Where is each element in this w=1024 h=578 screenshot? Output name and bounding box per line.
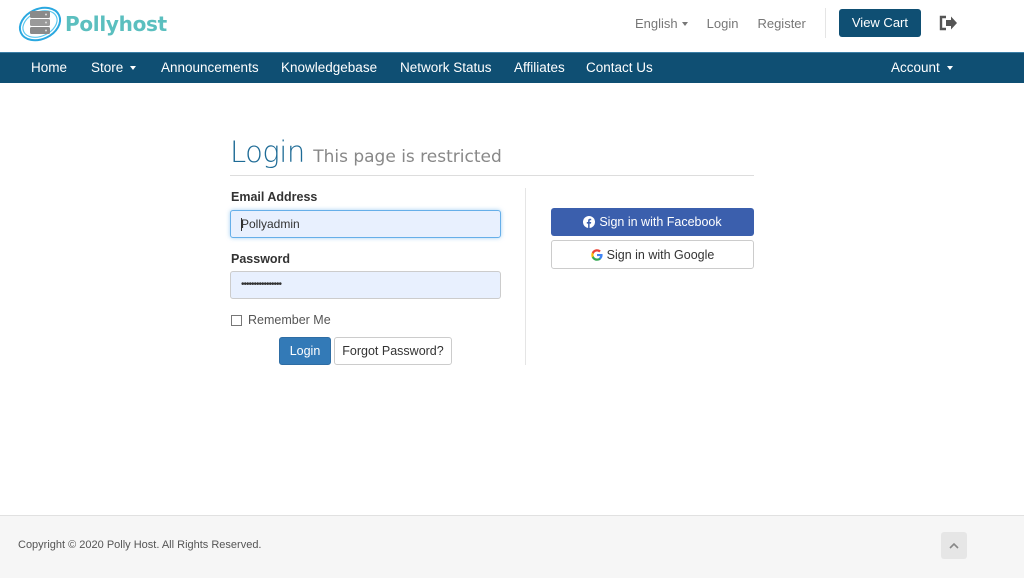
login-link[interactable]: Login [707, 16, 739, 31]
back-to-top-button[interactable] [941, 532, 967, 559]
page-header: Login This page is restricted [230, 135, 754, 176]
column-divider [525, 188, 526, 365]
nav-affiliates[interactable]: Affiliates [514, 53, 565, 83]
email-label: Email Address [231, 190, 318, 204]
brand-name: Pollyhost [65, 12, 167, 36]
page-subtitle: This page is restricted [313, 147, 502, 167]
main-content: Login This page is restricted Email Addr… [0, 83, 1024, 515]
email-field[interactable]: Pollyadmin [230, 210, 501, 238]
nav-label: Announcements [161, 60, 259, 75]
top-links: English Login Register View Cart [635, 0, 1024, 46]
google-icon [590, 248, 603, 261]
caret-down-icon [130, 66, 137, 71]
header: Pollyhost English Login Register View Ca… [0, 0, 1024, 52]
nav-store[interactable]: Store [91, 53, 137, 83]
page-title: Login [230, 135, 305, 169]
remember-me[interactable]: Remember Me [231, 313, 331, 327]
language-label: English [635, 15, 678, 31]
nav-label: Home [31, 60, 68, 75]
nav-knowledgebase[interactable]: Knowledgebase [281, 53, 377, 83]
facebook-label: Sign in with Facebook [599, 215, 722, 229]
facebook-icon [583, 216, 596, 228]
remember-checkbox[interactable] [231, 314, 242, 326]
nav-label: Account [891, 60, 940, 75]
language-dropdown[interactable]: English [635, 16, 688, 31]
logout-icon[interactable] [938, 15, 958, 31]
nav-label: Store [91, 60, 124, 75]
nav-label: Knowledgebase [281, 60, 378, 75]
copyright-text: Copyright © 2020 Polly Host. All Rights … [18, 539, 262, 551]
facebook-signin-button[interactable]: Sign in with Facebook [551, 208, 754, 236]
nav-network-status[interactable]: Network Status [400, 53, 492, 83]
caret-down-icon [681, 22, 688, 27]
google-label: Sign in with Google [606, 247, 715, 262]
nav-label: Affiliates [514, 60, 565, 75]
register-link[interactable]: Register [757, 16, 805, 31]
nav-label: Network Status [400, 60, 492, 75]
main-navbar: Home Store Announcements Knowledgebase N… [0, 52, 1024, 83]
forgot-password-button[interactable]: Forgot Password? [334, 337, 452, 365]
nav-contact-us[interactable]: Contact Us [586, 53, 653, 83]
chevron-up-icon [949, 542, 959, 549]
login-button[interactable]: Login [279, 337, 331, 365]
footer: Copyright © 2020 Polly Host. All Rights … [0, 515, 1024, 578]
password-field[interactable]: •••••••••••••••• [230, 271, 501, 299]
nav-account[interactable]: Account [891, 53, 953, 83]
nav-label: Contact Us [586, 60, 653, 75]
email-value: Pollyadmin [241, 217, 300, 231]
remember-label: Remember Me [248, 313, 331, 327]
divider [824, 8, 826, 38]
view-cart-button[interactable]: View Cart [838, 9, 921, 37]
google-signin-button[interactable]: Sign in with Google [551, 240, 754, 269]
nav-home[interactable]: Home [31, 53, 67, 83]
caret-down-icon [946, 66, 953, 71]
logo[interactable]: Pollyhost [17, 5, 167, 43]
server-logo-icon [18, 6, 62, 42]
password-label: Password [231, 252, 291, 266]
nav-announcements[interactable]: Announcements [161, 53, 259, 83]
